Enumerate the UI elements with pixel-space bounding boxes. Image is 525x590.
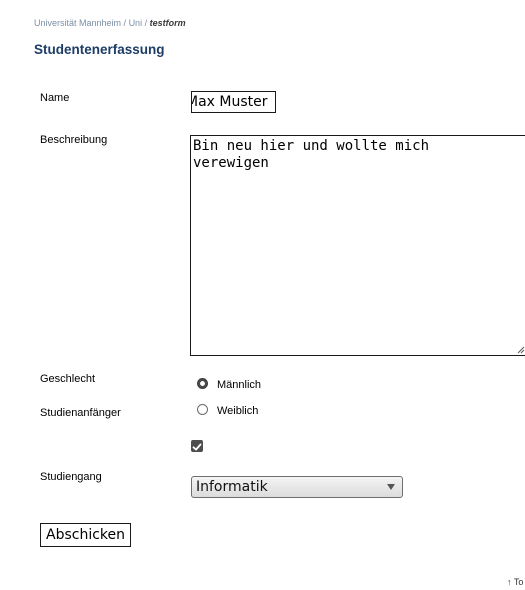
program-select[interactable]: Informatik	[191, 476, 403, 498]
freshman-checkbox[interactable]	[191, 440, 203, 452]
breadcrumb-link-uni[interactable]: Uni	[129, 18, 143, 28]
breadcrumb-link-university[interactable]: Universität Mannheim	[34, 18, 121, 28]
dropdown-arrow-icon	[384, 480, 398, 494]
to-top-label: To	[513, 577, 524, 587]
gender-label: Geschlecht	[40, 373, 96, 385]
breadcrumb: Universität Mannheim / Uni / testform	[34, 18, 186, 28]
description-textarea[interactable]	[190, 135, 525, 356]
submit-button[interactable]: Abschicken	[40, 523, 132, 547]
checkmark-icon	[192, 443, 202, 451]
freshman-label: Studienanfänger	[40, 407, 121, 419]
program-select-value: Informatik	[196, 479, 268, 495]
breadcrumb-current: testform	[149, 18, 186, 28]
name-field[interactable]	[191, 91, 276, 113]
radio-female[interactable]	[197, 403, 208, 415]
resize-grip-icon[interactable]	[515, 344, 525, 354]
description-label: Beschreibung	[40, 134, 108, 146]
gender-option-female[interactable]: Weiblich	[197, 403, 259, 417]
radio-male[interactable]	[197, 377, 208, 389]
radio-male-label: Männlich	[217, 379, 262, 391]
program-label: Studiengang	[40, 471, 102, 483]
radio-female-label: Weiblich	[217, 405, 259, 417]
page-title: Studentenerfassung	[34, 42, 165, 57]
to-top-link[interactable]: ↑ To	[507, 577, 523, 587]
breadcrumb-separator: /	[142, 18, 150, 28]
gender-option-male[interactable]: Männlich	[197, 377, 262, 391]
name-label: Name	[40, 92, 70, 104]
breadcrumb-separator: /	[121, 18, 129, 28]
arrow-up-icon: ↑	[507, 577, 512, 587]
